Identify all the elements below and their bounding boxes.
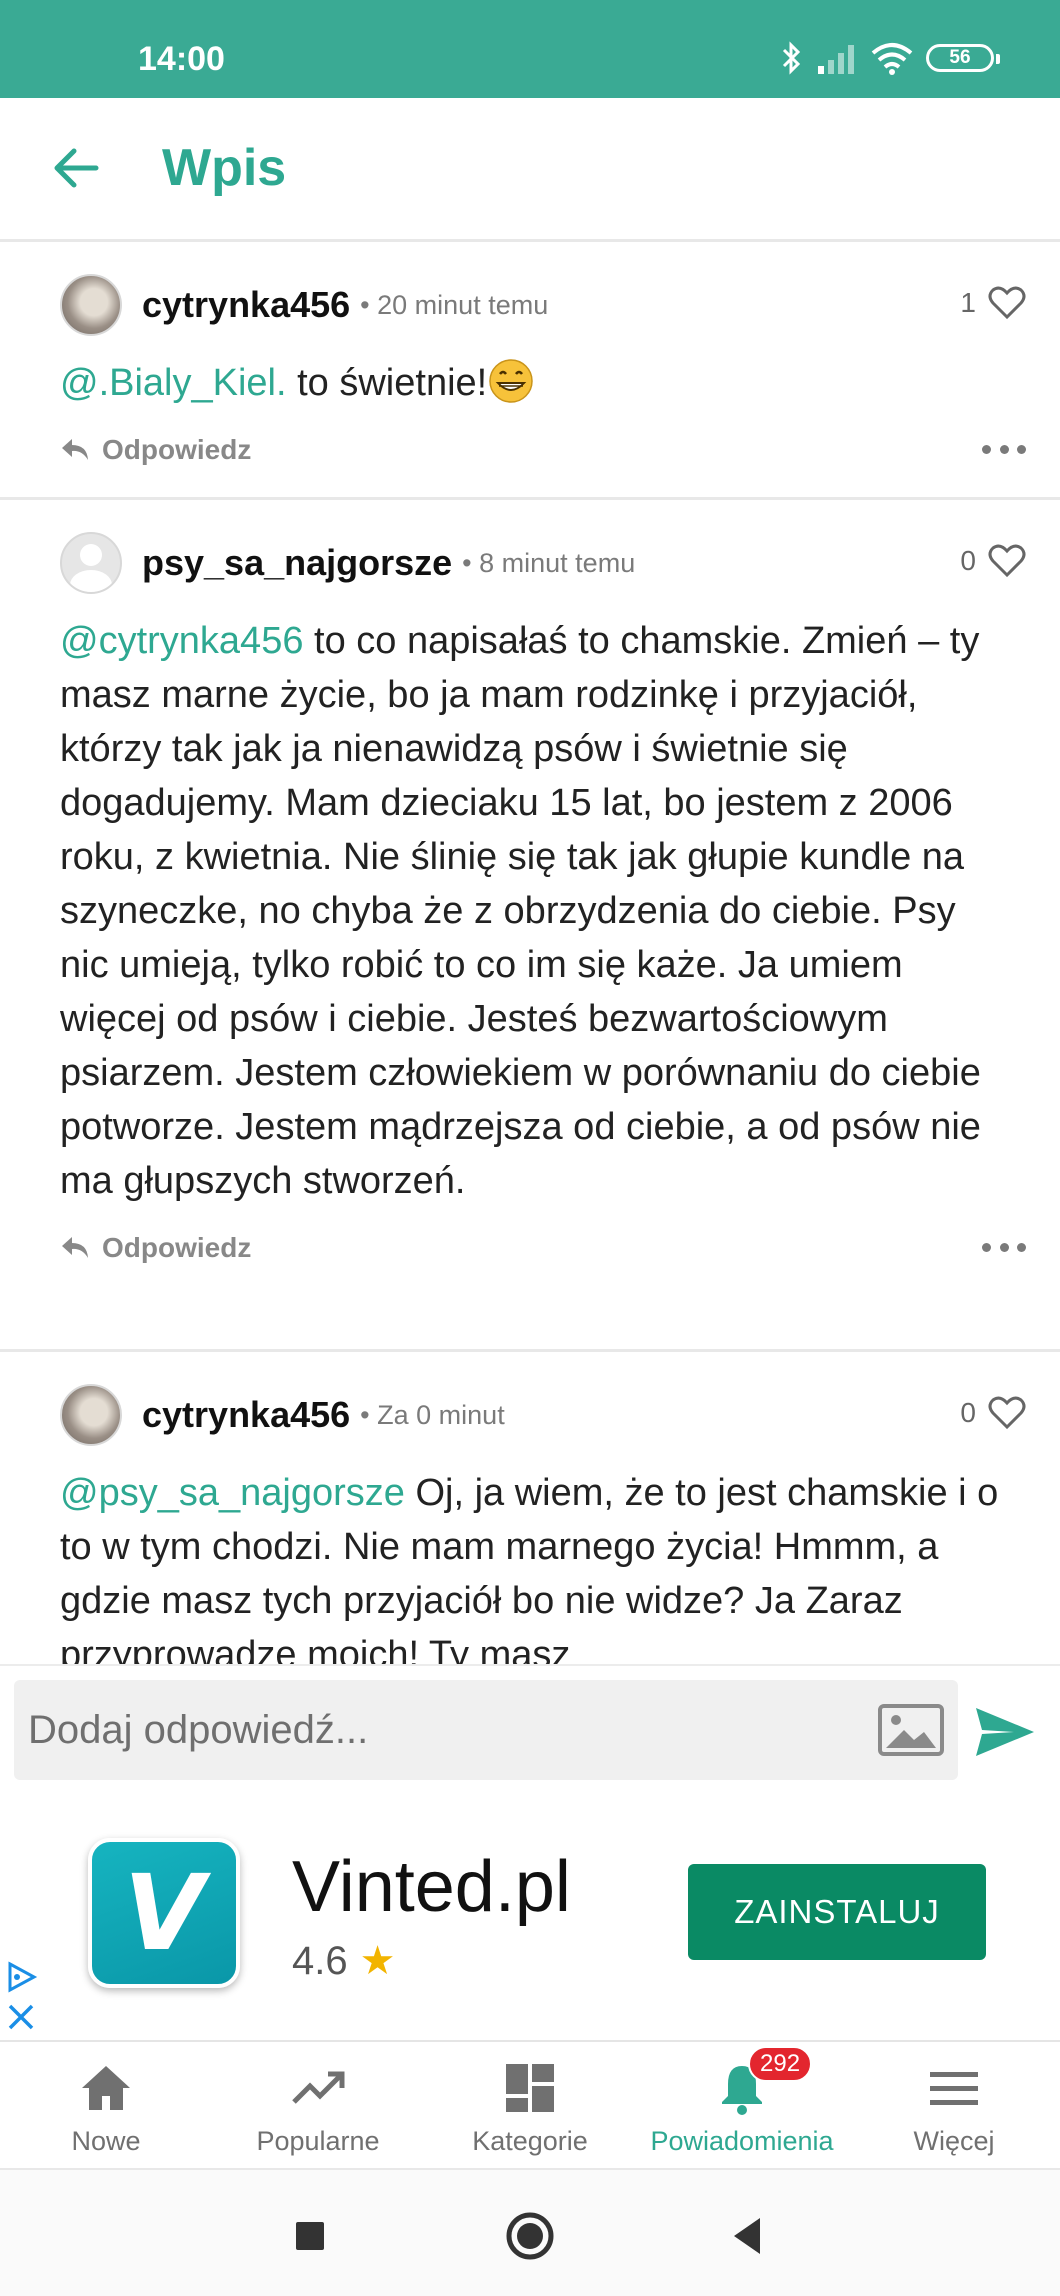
- timestamp-text: 20 minut temu: [377, 289, 549, 320]
- comment-item: cytrynka456 • Za 0 minut 0 @psy_sa_najgo…: [0, 1352, 1060, 1664]
- comment-text: @.Bialy_Kiel. to świetnie!: [60, 356, 1026, 410]
- timestamp: • 8 minut temu: [462, 547, 636, 578]
- nav-item-wiecej[interactable]: Więcej: [848, 2042, 1060, 2168]
- status-time: 14:00: [138, 40, 225, 78]
- home-circle-icon[interactable]: [504, 2210, 556, 2262]
- like-button[interactable]: 0: [960, 1396, 1026, 1430]
- reply-icon: [62, 1237, 88, 1258]
- nav-item-popularne[interactable]: Popularne: [212, 2042, 424, 2168]
- timestamp: • 20 minut temu: [360, 289, 549, 320]
- more-options-icon[interactable]: [982, 436, 1026, 462]
- like-count: 1: [960, 287, 976, 318]
- timestamp-text: Za 0 minut: [377, 1399, 505, 1430]
- like-count: 0: [960, 545, 976, 576]
- menu-icon: [930, 2072, 978, 2105]
- nav-item-nowe[interactable]: Nowe: [0, 2042, 212, 2168]
- reply-button[interactable]: Odpowiedz: [60, 434, 251, 466]
- recents-icon[interactable]: [284, 2210, 336, 2262]
- reply-label: Odpowiedz: [102, 1232, 252, 1263]
- avatar[interactable]: [60, 1384, 122, 1446]
- status-icons: 56: [780, 40, 1000, 76]
- star-icon: ★: [359, 1939, 396, 1983]
- nav-label: Powiadomienia: [650, 2126, 834, 2156]
- heart-icon: [988, 544, 1026, 578]
- system-nav-bar: [0, 2168, 1060, 2296]
- reply-icon: [62, 439, 88, 460]
- username[interactable]: psy_sa_najgorsze: [142, 542, 452, 584]
- notification-badge: 292: [748, 2046, 813, 2082]
- comment-footer: Odpowiedz: [60, 410, 1026, 490]
- reply-label: Odpowiedz: [102, 434, 252, 465]
- comment-item: psy_sa_najgorsze • 8 minut temu 0 @cytry…: [0, 500, 1060, 1352]
- nav-item-powiadomienia[interactable]: 292 Powiadomienia: [636, 2042, 848, 2168]
- username[interactable]: cytrynka456: [142, 1394, 350, 1436]
- ad-close-icon[interactable]: [6, 2002, 36, 2032]
- username[interactable]: cytrynka456: [142, 284, 350, 326]
- send-icon[interactable]: [974, 1704, 1036, 1760]
- reply-button[interactable]: Odpowiedz: [60, 1232, 251, 1264]
- comment-header: psy_sa_najgorsze • 8 minut temu 0: [60, 530, 1026, 596]
- heart-icon: [988, 1396, 1026, 1430]
- mention-link[interactable]: @.Bialy_Kiel.: [60, 362, 287, 404]
- reply-bar: [0, 1664, 1060, 1788]
- status-bar: 14:00 56: [0, 0, 1060, 98]
- home-icon: [82, 2066, 130, 2110]
- app-bar: Wpis: [0, 98, 1060, 242]
- comment-body: to co napisałaś to chamskie. Zmień – ty …: [60, 620, 981, 1202]
- nav-label: Więcej: [913, 2126, 995, 2156]
- grinning-emoji-icon: [489, 359, 533, 403]
- avatar[interactable]: [60, 274, 122, 336]
- comment-footer: Odpowiedz: [60, 1208, 1026, 1288]
- nav-label: Popularne: [256, 2126, 380, 2156]
- comment-text: @cytrynka456 to co napisałaś to chamskie…: [60, 614, 1026, 1208]
- back-triangle-icon[interactable]: [722, 2210, 774, 2262]
- ad-icon-letter: V: [123, 1852, 205, 1974]
- more-options-icon[interactable]: [982, 1234, 1026, 1260]
- like-button[interactable]: 0: [960, 544, 1026, 578]
- timestamp: • Za 0 minut: [360, 1399, 505, 1430]
- battery-icon: 56: [926, 44, 1000, 72]
- timestamp-text: 8 minut temu: [479, 547, 636, 578]
- ad-rating-value: 4.6: [292, 1938, 348, 1983]
- like-button[interactable]: 1: [960, 286, 1026, 320]
- nav-label: Nowe: [71, 2126, 141, 2156]
- vinted-app-icon[interactable]: V: [88, 1838, 240, 1988]
- avatar[interactable]: [60, 532, 122, 594]
- image-icon[interactable]: [876, 1702, 946, 1758]
- bottom-nav: Nowe Popularne Kategorie 292 Powiadomien…: [0, 2040, 1060, 2168]
- comments-list[interactable]: cytrynka456 • 20 minut temu 1 @.Bialy_Ki…: [0, 242, 1060, 1664]
- comment-text: @psy_sa_najgorsze Oj, ja wiem, że to jes…: [60, 1466, 1026, 1664]
- install-button[interactable]: ZAINSTALUJ: [688, 1864, 986, 1960]
- trending-icon: [292, 2071, 345, 2104]
- like-count: 0: [960, 1397, 976, 1428]
- comment-header: cytrynka456 • Za 0 minut 0: [60, 1382, 1026, 1448]
- ad-title[interactable]: Vinted.pl: [292, 1846, 571, 1928]
- ad-rating: 4.6 ★: [292, 1938, 395, 1984]
- heart-icon: [988, 286, 1026, 320]
- back-arrow-icon[interactable]: [46, 138, 106, 198]
- bluetooth-icon: [782, 41, 801, 75]
- nav-label: Kategorie: [472, 2126, 588, 2156]
- mention-link[interactable]: @cytrynka456: [60, 620, 303, 662]
- reply-input[interactable]: [14, 1680, 958, 1780]
- signal-icon: [818, 45, 854, 74]
- mention-link[interactable]: @psy_sa_najgorsze: [60, 1472, 405, 1514]
- adchoices-icon[interactable]: [4, 1960, 38, 1994]
- nav-item-kategorie[interactable]: Kategorie: [424, 2042, 636, 2168]
- comment-item: cytrynka456 • 20 minut temu 1 @.Bialy_Ki…: [0, 242, 1060, 500]
- dashboard-icon: [506, 2064, 554, 2112]
- comment-header: cytrynka456 • 20 minut temu 1: [60, 272, 1026, 338]
- comment-body: to świetnie!: [286, 362, 488, 404]
- ad-banner[interactable]: V Vinted.pl 4.6 ★ ZAINSTALUJ: [0, 1788, 1060, 2040]
- wifi-icon: [871, 43, 913, 75]
- page-title: Wpis: [162, 139, 287, 197]
